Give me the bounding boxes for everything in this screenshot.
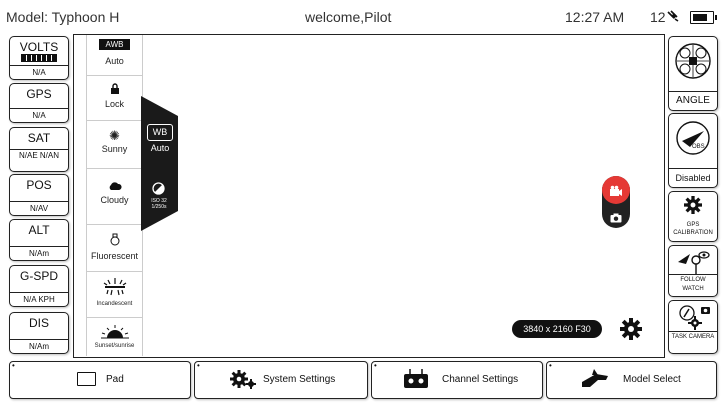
obstacle-avoidance-icon [676, 119, 710, 162]
obs-badge: OBS [692, 144, 705, 150]
obstacle-label: Disabled [669, 168, 717, 187]
task-camera-tile[interactable]: TASK CAMERA [668, 300, 718, 354]
pad-icon [77, 372, 96, 386]
wb-option-incandescent[interactable]: Incandescent [87, 271, 142, 318]
wb-option-lock[interactable]: Lock [87, 75, 142, 121]
volts-value: N/A [10, 65, 68, 79]
system-settings-button[interactable]: • System Settings [194, 361, 368, 399]
angle-label: ANGLE [669, 91, 717, 110]
record-photo-toggle[interactable] [601, 175, 631, 229]
sunset-icon [87, 325, 142, 341]
video-camera-icon [609, 184, 623, 202]
wb-option-label: Lock [104, 99, 124, 109]
pad-label: Pad [106, 374, 124, 385]
corner-dot: • [197, 361, 200, 370]
wb-option-sunset[interactable]: Sunset/sunrise [87, 317, 142, 356]
corner-dot: • [549, 361, 552, 370]
gps-tile[interactable]: GPS N/A [9, 83, 69, 123]
wb-option-label: Cloudy [100, 195, 129, 205]
wb-option-label: Sunset/sunrise [94, 343, 135, 349]
gspd-title: G-SPD [19, 269, 58, 283]
wb-tag: WB [147, 124, 173, 141]
gear-icon [684, 196, 702, 219]
wb-mode: Auto [150, 143, 170, 153]
drone-icon [675, 41, 711, 86]
wb-option-label: Auto [105, 56, 124, 66]
model-name: Model: Typhoon H [6, 9, 120, 25]
pos-title: POS [26, 178, 52, 192]
sun-icon: ✺ [109, 128, 120, 143]
pad-button[interactable]: • Pad [9, 361, 191, 399]
white-balance-menu: AWB Auto Lock ✺ Sunny Cloudy Fluorescent… [86, 35, 143, 356]
iso-shutter: ISO 32 1/250s [144, 198, 174, 210]
camera-settings-gear-icon[interactable] [620, 318, 642, 345]
dis-title: DIS [28, 316, 49, 330]
corner-dot: • [12, 361, 15, 370]
dis-value: N/Am [10, 339, 68, 353]
welcome-text: welcome,Pilot [305, 9, 392, 25]
wb-option-label: Incandescent [96, 301, 133, 307]
sat-title: SAT [27, 131, 51, 145]
follow-watch-label: FOLLOW WATCH [669, 274, 717, 296]
dis-tile[interactable]: DIS N/Am [9, 312, 69, 354]
cloud-icon [87, 182, 142, 193]
pos-tile[interactable]: POS N/AV [9, 174, 69, 216]
follow-watch-tile[interactable]: FOLLOW WATCH [668, 245, 718, 297]
satellite-icon [666, 9, 682, 26]
volts-tile[interactable]: VOLTS N/A [9, 36, 69, 80]
wb-option-auto[interactable]: AWB Auto [87, 35, 142, 76]
gps-calibration-label: GPS CALIBRATION [673, 222, 713, 236]
gspd-value: N/A KPH [10, 292, 68, 306]
photo-camera-icon [610, 210, 622, 228]
wb-option-sunny[interactable]: ✺ Sunny [87, 120, 142, 169]
pos-value: N/AV [10, 201, 68, 215]
lock-icon [87, 83, 142, 97]
model-select-label: Model Select [623, 374, 681, 385]
transmitter-icon [402, 369, 430, 392]
incandescent-icon [87, 277, 142, 299]
wb-option-cloudy[interactable]: Cloudy [87, 168, 142, 225]
wb-option-fluorescent[interactable]: Fluorescent [87, 224, 142, 272]
resolution-badge[interactable]: 3840 x 2160 F30 [512, 320, 602, 338]
alt-tile[interactable]: ALT N/Am [9, 219, 69, 261]
gspd-tile[interactable]: G-SPD N/A KPH [9, 265, 69, 307]
volts-bar-icon [21, 54, 57, 62]
gps-calibration-tile[interactable]: GPS CALIBRATION [668, 191, 718, 242]
status-bar: Model: Typhoon H welcome,Pilot 12:27 AM … [0, 0, 724, 34]
volts-title: VOLTS [19, 40, 59, 54]
awb-badge: AWB [98, 39, 131, 50]
alt-value: N/Am [10, 246, 68, 260]
gps-value: N/A [10, 108, 68, 122]
wb-option-label: Sunny [101, 144, 128, 154]
gears-icon [230, 368, 256, 393]
model-select-button[interactable]: • Model Select [546, 361, 717, 399]
corner-dot: • [374, 361, 377, 370]
task-camera-label: TASK CAMERA [669, 331, 717, 353]
gps-title: GPS [26, 87, 52, 101]
clock: 12:27 AM [565, 9, 625, 25]
obstacle-tile[interactable]: OBS Disabled [668, 113, 718, 188]
channel-settings-label: Channel Settings [442, 374, 519, 385]
angle-tile[interactable]: ANGLE [668, 36, 718, 111]
wb-iso-panel[interactable] [141, 96, 178, 231]
satellite-count: 12 [650, 9, 666, 25]
alt-title: ALT [28, 223, 50, 237]
battery-icon [690, 11, 717, 24]
channel-settings-button[interactable]: • Channel Settings [371, 361, 543, 399]
sat-tile[interactable]: SAT N/AE N/AN [9, 127, 69, 172]
wb-option-label: Fluorescent [90, 251, 139, 261]
system-settings-label: System Settings [263, 374, 336, 385]
shutter-value: 1/250s [151, 204, 167, 210]
sat-value: N/AE N/AN [10, 149, 68, 171]
bulb-icon [87, 233, 142, 249]
aircraft-icon [580, 368, 610, 393]
